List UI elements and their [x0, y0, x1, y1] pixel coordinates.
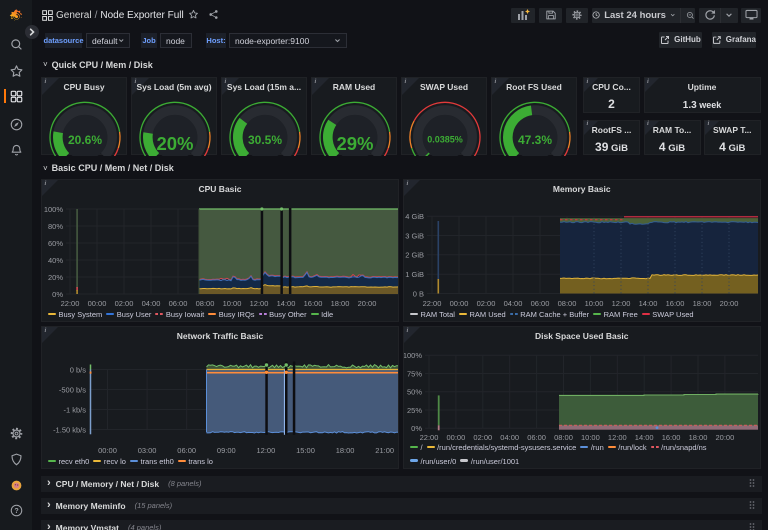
- svg-text:12:00: 12:00: [612, 299, 631, 308]
- svg-text:08:00: 08:00: [196, 299, 215, 308]
- svg-text:75%: 75%: [407, 369, 422, 378]
- svg-text:100%: 100%: [44, 205, 64, 214]
- svg-text:22:00: 22:00: [61, 299, 80, 308]
- svg-text:20%: 20%: [48, 273, 63, 282]
- svg-text:14:00: 14:00: [639, 299, 658, 308]
- svg-text:06:00: 06:00: [169, 299, 188, 308]
- svg-text:-1.50 kb/s: -1.50 kb/s: [53, 425, 86, 434]
- svg-text:00:00: 00:00: [88, 299, 107, 308]
- svg-text:0%: 0%: [411, 424, 422, 433]
- svg-text:16:00: 16:00: [304, 299, 323, 308]
- svg-text:15:00: 15:00: [296, 446, 315, 455]
- svg-text:4 GiB: 4 GiB: [405, 212, 424, 221]
- svg-text:00:00: 00:00: [447, 433, 466, 442]
- svg-text:04:00: 04:00: [500, 433, 519, 442]
- svg-text:06:00: 06:00: [527, 433, 546, 442]
- svg-text:47.3%: 47.3%: [518, 133, 552, 147]
- svg-text:18:00: 18:00: [336, 446, 355, 455]
- svg-text:16:00: 16:00: [666, 299, 685, 308]
- svg-text:-1 kb/s: -1 kb/s: [63, 405, 86, 414]
- svg-text:06:00: 06:00: [531, 299, 550, 308]
- svg-text:10:00: 10:00: [585, 299, 604, 308]
- svg-text:14:00: 14:00: [635, 433, 654, 442]
- svg-text:?: ?: [14, 507, 18, 515]
- svg-text:0%: 0%: [52, 290, 63, 299]
- svg-text:08:00: 08:00: [554, 433, 573, 442]
- svg-text:0 b/s: 0 b/s: [70, 365, 87, 374]
- svg-text:16:00: 16:00: [662, 433, 681, 442]
- svg-text:10:00: 10:00: [223, 299, 242, 308]
- svg-text:02:00: 02:00: [115, 299, 134, 308]
- svg-text:12:00: 12:00: [250, 299, 269, 308]
- svg-text:06:00: 06:00: [177, 446, 196, 455]
- svg-text:30.5%: 30.5%: [248, 133, 282, 147]
- svg-text:20:00: 20:00: [716, 433, 735, 442]
- svg-text:100%: 100%: [404, 351, 422, 360]
- svg-text:08:00: 08:00: [558, 299, 577, 308]
- svg-text:0 B: 0 B: [413, 289, 424, 298]
- svg-text:-500 b/s: -500 b/s: [59, 385, 86, 394]
- svg-text:00:00: 00:00: [98, 446, 117, 455]
- svg-text:20.6%: 20.6%: [68, 133, 102, 147]
- svg-text:0.0385%: 0.0385%: [427, 135, 463, 145]
- svg-text:22:00: 22:00: [423, 299, 442, 308]
- svg-text:20:00: 20:00: [358, 299, 377, 308]
- svg-text:3 GiB: 3 GiB: [405, 231, 424, 240]
- svg-text:20%: 20%: [156, 133, 193, 154]
- svg-text:1 GiB: 1 GiB: [405, 270, 424, 279]
- svg-text:25%: 25%: [407, 406, 422, 415]
- svg-text:2 GiB: 2 GiB: [405, 251, 424, 260]
- svg-text:50%: 50%: [407, 388, 422, 397]
- svg-text:02:00: 02:00: [473, 433, 492, 442]
- svg-text:21:00: 21:00: [375, 446, 394, 455]
- svg-text:04:00: 04:00: [504, 299, 523, 308]
- svg-text:20:00: 20:00: [720, 299, 739, 308]
- svg-text:18:00: 18:00: [689, 433, 708, 442]
- svg-text:09:00: 09:00: [217, 446, 236, 455]
- svg-text:22:00: 22:00: [420, 433, 439, 442]
- svg-text:00:00: 00:00: [450, 299, 469, 308]
- svg-text:03:00: 03:00: [138, 446, 157, 455]
- svg-text:04:00: 04:00: [142, 299, 161, 308]
- svg-text:80%: 80%: [48, 222, 63, 231]
- svg-text:60%: 60%: [48, 239, 63, 248]
- svg-text:14:00: 14:00: [277, 299, 296, 308]
- svg-text:29%: 29%: [336, 133, 373, 154]
- svg-text:02:00: 02:00: [477, 299, 496, 308]
- svg-text:18:00: 18:00: [693, 299, 712, 308]
- svg-text:12:00: 12:00: [608, 433, 627, 442]
- svg-text:18:00: 18:00: [331, 299, 350, 308]
- svg-text:40%: 40%: [48, 256, 63, 265]
- svg-text:12:00: 12:00: [257, 446, 276, 455]
- svg-text:10:00: 10:00: [581, 433, 600, 442]
